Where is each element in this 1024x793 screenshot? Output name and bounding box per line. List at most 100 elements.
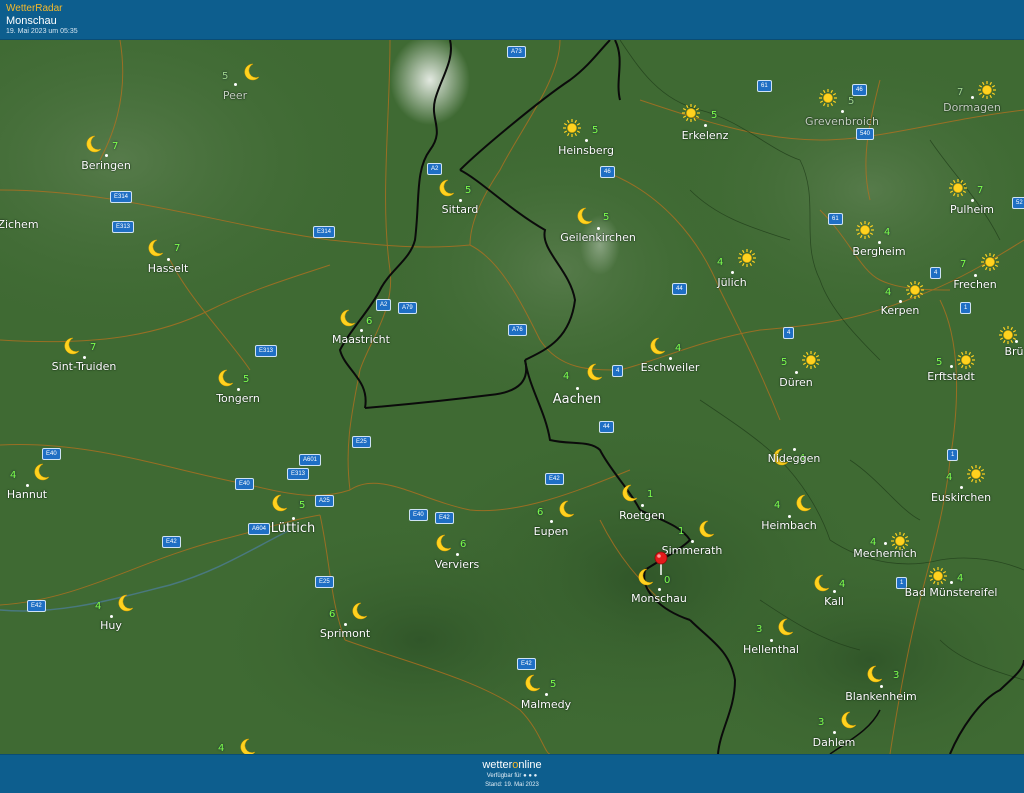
moon-icon — [622, 484, 638, 502]
moon-icon — [867, 665, 883, 683]
city-label: Bergheim — [852, 245, 906, 258]
city-temperature: 5 — [550, 679, 557, 690]
road-badge: E25 — [352, 436, 371, 448]
city-marker — [841, 110, 844, 113]
city-label: Jülich — [717, 276, 747, 289]
city-marker — [641, 504, 644, 507]
road-badge: 4 — [612, 365, 624, 377]
city-marker — [237, 388, 240, 391]
road-badge: E25 — [315, 576, 334, 588]
moon-icon — [525, 674, 541, 692]
city-temperature: 5 — [299, 500, 306, 511]
city-label: Erkelenz — [681, 129, 729, 142]
city-temperature: 5 — [222, 71, 229, 82]
road-badge: 44 — [599, 421, 614, 433]
moon-icon — [559, 500, 575, 518]
city-marker — [971, 199, 974, 202]
city-marker — [167, 258, 170, 261]
sun-icon — [957, 351, 975, 369]
moon-icon — [64, 337, 80, 355]
moon-icon — [796, 494, 812, 512]
city-label: Sittard — [441, 203, 479, 216]
city-temperature: 4 — [717, 257, 724, 268]
city-marker — [770, 639, 773, 642]
city-label: Bad Münstereifel — [904, 586, 998, 599]
city-label: Kerpen — [880, 304, 920, 317]
footer-bar: wetteronline Verfügbar für ● ● ● Stand: … — [0, 754, 1024, 793]
road-badge: 61 — [828, 213, 843, 225]
moon-icon — [148, 239, 164, 257]
city-marker — [880, 685, 883, 688]
city-temperature: 5 — [465, 185, 472, 196]
sun-icon — [819, 89, 837, 107]
moon-icon — [272, 494, 288, 512]
apple-icon: ● — [523, 773, 527, 779]
city-label: Huy — [100, 619, 122, 632]
city-temperature: 4 — [675, 343, 682, 354]
city-marker — [110, 615, 113, 618]
city-marker — [576, 387, 579, 390]
city-label: Sint-Truiden — [51, 360, 117, 373]
city-marker — [550, 520, 553, 523]
city-marker — [899, 300, 902, 303]
moon-icon — [118, 594, 134, 612]
city-marker — [950, 581, 953, 584]
city-temperature: 3 — [893, 670, 900, 681]
road-badge: E314 — [110, 191, 133, 203]
city-temperature: 5 — [936, 357, 943, 368]
road-badge: 46 — [600, 166, 615, 178]
road-badge: E314 — [313, 226, 336, 238]
road-badge: E313 — [112, 221, 135, 233]
city-marker — [788, 515, 791, 518]
road-badge: E40 — [409, 509, 428, 521]
road-badge: A79 — [398, 302, 417, 314]
city-label: Hasselt — [147, 262, 189, 275]
footer-timestamp: Stand: 19. Mai 2023 — [485, 782, 539, 788]
city-marker — [974, 274, 977, 277]
weather-map[interactable]: A73 61 46 540 E314 E313 A2 46 61 E314 A2… — [0, 40, 1024, 756]
moon-icon — [352, 602, 368, 620]
road-badge: A601 — [299, 454, 322, 466]
city-temperature: 5 — [243, 374, 250, 385]
header-bar: WetterRadar Monschau 19. Mai 2023 um 05:… — [0, 0, 1024, 40]
location-title: Monschau — [6, 15, 57, 27]
city-temperature: 6 — [366, 316, 373, 327]
city-temperature: 5 — [781, 357, 788, 368]
city-label: Blankenheim — [845, 690, 917, 703]
city-temperature: 4 — [946, 472, 953, 483]
city-label: Hellenthal — [743, 643, 799, 656]
city-label: Pulheim — [950, 203, 994, 216]
city-label: Verviers — [434, 558, 480, 571]
city-temperature: 6 — [537, 507, 544, 518]
availability-text: Verfügbar für ● ● ● — [486, 773, 538, 779]
wetteronline-logo[interactable]: wetteronline — [0, 759, 1024, 771]
location-pin-icon[interactable] — [654, 551, 668, 575]
city-label: Eschweiler — [640, 361, 700, 374]
road-badge: 540 — [856, 128, 875, 140]
sun-icon — [981, 253, 999, 271]
sun-icon — [967, 465, 985, 483]
city-label: Euskirchen — [930, 491, 992, 504]
city-marker — [731, 271, 734, 274]
city-temperature: 4 — [10, 470, 17, 481]
city-temperature: 7 — [90, 342, 97, 353]
city-temperature: 5 — [592, 125, 599, 136]
road-badge: 4 — [783, 327, 795, 339]
road-badge: E42 — [27, 600, 46, 612]
city-temperature: 4 — [839, 579, 846, 590]
city-marker — [795, 371, 798, 374]
city-temperature: 7 — [112, 141, 119, 152]
road-badge: A76 — [508, 324, 527, 336]
road-badge: E42 — [545, 473, 564, 485]
city-temperature: 5 — [848, 96, 855, 107]
city-marker — [971, 96, 974, 99]
city-label: Kall — [824, 595, 844, 608]
road-badge: 52 — [1012, 197, 1024, 209]
city-label: Lüttich — [270, 521, 316, 536]
moon-icon — [218, 369, 234, 387]
road-badge: A73 — [507, 46, 526, 58]
city-temperature: 1 — [678, 526, 685, 537]
moon-icon — [86, 135, 102, 153]
sun-icon — [856, 221, 874, 239]
city-temperature: 4 — [885, 287, 892, 298]
